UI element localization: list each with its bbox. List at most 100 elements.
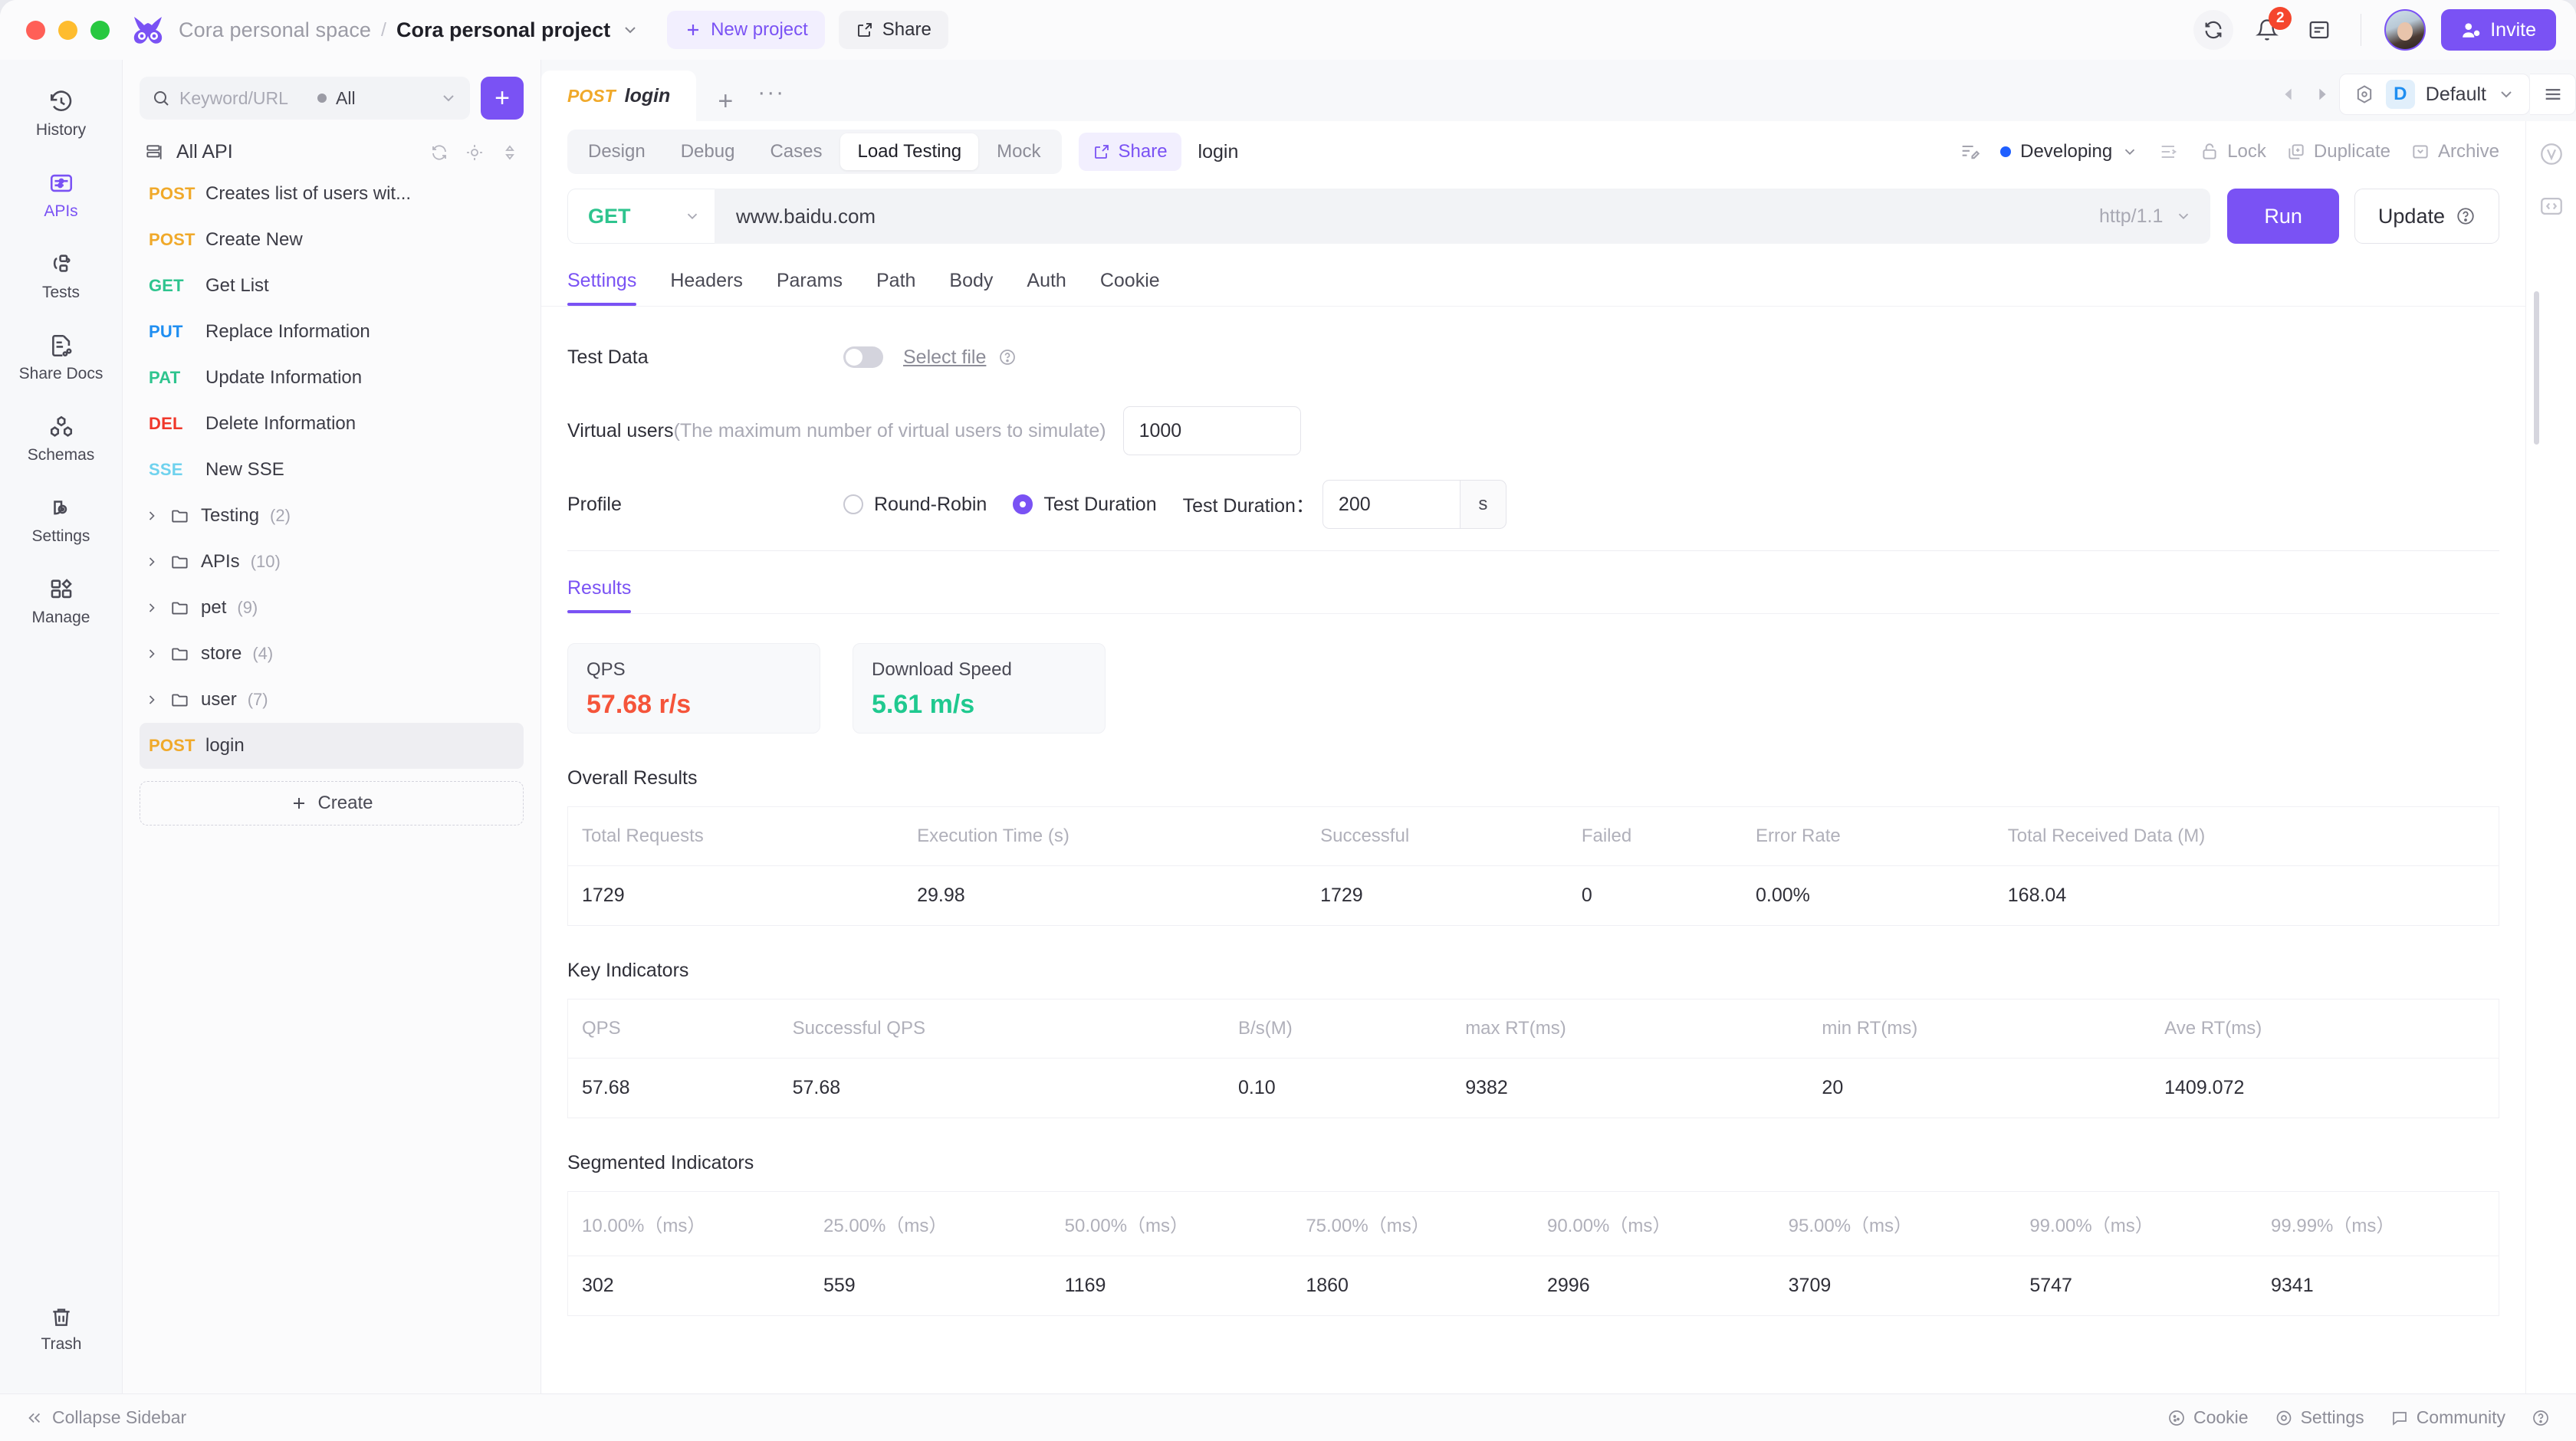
- sidebar-item-share-docs[interactable]: Share Docs: [0, 322, 123, 391]
- cookie-icon: [2169, 1410, 2184, 1426]
- test-data-toggle[interactable]: [843, 346, 883, 368]
- stat-card-download-speed: Download Speed 5.61 m/s: [853, 643, 1106, 734]
- refresh-list-icon[interactable]: [430, 143, 449, 162]
- list-item[interactable]: PAT Update Information: [140, 355, 524, 401]
- invite-button[interactable]: Invite: [2441, 9, 2556, 51]
- list-item-folder[interactable]: APIs (10): [140, 539, 524, 585]
- sidebar-item-manage[interactable]: Manage: [0, 566, 123, 635]
- list-item[interactable]: POST Create New: [140, 217, 524, 263]
- column-header: 75.00%（ms）: [1292, 1191, 1533, 1256]
- subtab-settings[interactable]: Settings: [567, 258, 653, 306]
- environment-selector[interactable]: D Default: [2338, 74, 2530, 115]
- chevron-right-icon[interactable]: [144, 692, 159, 707]
- list-item[interactable]: DEL Delete Information: [140, 401, 524, 447]
- add-api-button[interactable]: +: [481, 77, 524, 120]
- minimize-window-button[interactable]: [58, 20, 77, 40]
- search-input[interactable]: [179, 87, 302, 109]
- sidebar-item-settings[interactable]: Settings: [0, 484, 123, 553]
- nav-forward-button[interactable]: [2305, 77, 2339, 111]
- list-item-selected[interactable]: POST login: [140, 723, 524, 769]
- url-input[interactable]: [715, 189, 2091, 244]
- new-tab-button[interactable]: +: [696, 87, 750, 121]
- project-chevron-down-icon[interactable]: [621, 21, 639, 39]
- tab-load-testing[interactable]: Load Testing: [840, 133, 979, 170]
- list-item[interactable]: SSE New SSE: [140, 447, 524, 493]
- subtab-cookie[interactable]: Cookie: [1083, 258, 1177, 306]
- list-item-folder[interactable]: Testing (2): [140, 493, 524, 539]
- all-api-row[interactable]: All API: [140, 141, 524, 163]
- select-file-link[interactable]: Select file: [903, 346, 986, 369]
- subtab-headers[interactable]: Headers: [653, 258, 760, 306]
- subtab-params[interactable]: Params: [760, 258, 859, 306]
- settings-button[interactable]: Settings: [2275, 1407, 2364, 1428]
- subtab-auth[interactable]: Auth: [1010, 258, 1083, 306]
- share-project-button[interactable]: Share: [838, 11, 948, 49]
- status-dot-icon: [2000, 146, 2012, 157]
- tab-mock[interactable]: Mock: [980, 133, 1057, 170]
- list-item[interactable]: GET Get List: [140, 263, 524, 309]
- filter-label[interactable]: All: [336, 88, 356, 109]
- sort-icon[interactable]: [501, 143, 519, 162]
- list-item[interactable]: POST Creates list of users wit...: [140, 171, 524, 217]
- update-button[interactable]: Update: [2354, 189, 2499, 244]
- refresh-button[interactable]: [2193, 10, 2234, 50]
- community-button[interactable]: Community: [2390, 1407, 2505, 1428]
- indent-icon[interactable]: [2158, 141, 2180, 162]
- tab-design[interactable]: Design: [571, 133, 662, 170]
- list-item-folder[interactable]: store (4): [140, 631, 524, 677]
- filter-chevron-down-icon[interactable]: [439, 89, 458, 107]
- round-robin-radio[interactable]: Round-Robin: [843, 494, 987, 516]
- cookie-button[interactable]: Cookie: [2167, 1407, 2249, 1428]
- list-item-folder[interactable]: user (7): [140, 677, 524, 723]
- http-method-select[interactable]: GET: [567, 189, 715, 244]
- tab-cases[interactable]: Cases: [753, 133, 839, 170]
- virtual-users-input[interactable]: [1122, 406, 1301, 455]
- chevron-right-icon[interactable]: [144, 508, 159, 524]
- sidebar-item-apis[interactable]: APIs: [0, 159, 123, 228]
- list-item[interactable]: PUT Replace Information: [140, 309, 524, 355]
- archive-button[interactable]: Archive: [2410, 141, 2499, 162]
- panel-toggle-button[interactable]: [2301, 11, 2338, 48]
- list-item-folder[interactable]: pet (9): [140, 585, 524, 631]
- nav-back-button[interactable]: [2272, 77, 2305, 111]
- tab-more-button[interactable]: ···: [750, 80, 793, 121]
- settings-scrollbar[interactable]: [2534, 291, 2539, 445]
- subtab-path[interactable]: Path: [859, 258, 932, 306]
- run-button[interactable]: Run: [2227, 189, 2339, 244]
- sidebar-item-history[interactable]: History: [0, 78, 123, 147]
- user-avatar[interactable]: [2384, 9, 2426, 51]
- protocol-select[interactable]: http/1.1: [2091, 189, 2211, 244]
- test-duration-radio[interactable]: Test Duration: [1013, 494, 1157, 516]
- help-button[interactable]: [2532, 1409, 2550, 1427]
- sidebar-item-tests[interactable]: Tests: [0, 241, 123, 310]
- search-box[interactable]: All: [140, 77, 470, 120]
- help-icon[interactable]: [998, 348, 1017, 366]
- tab-results[interactable]: Results: [567, 559, 632, 613]
- test-duration-input[interactable]: [1322, 480, 1460, 529]
- subtab-body[interactable]: Body: [932, 258, 1010, 306]
- breadcrumb-project[interactable]: Cora personal project: [396, 18, 610, 42]
- tab-debug[interactable]: Debug: [664, 133, 752, 170]
- sidebar-item-trash[interactable]: Trash: [0, 1294, 123, 1361]
- close-window-button[interactable]: [26, 20, 45, 40]
- new-project-button[interactable]: New project: [667, 11, 825, 49]
- code-icon[interactable]: [2538, 193, 2564, 219]
- environment-menu-button[interactable]: [2530, 74, 2576, 115]
- edit-lines-icon[interactable]: [1959, 141, 1980, 162]
- share-doc-button[interactable]: Share: [1078, 133, 1181, 171]
- chevron-right-icon[interactable]: [144, 600, 159, 615]
- chevron-right-icon[interactable]: [144, 554, 159, 570]
- breadcrumb-space[interactable]: Cora personal space: [179, 18, 371, 42]
- collapse-sidebar-button[interactable]: Collapse Sidebar: [26, 1407, 186, 1428]
- chevron-right-icon[interactable]: [144, 646, 159, 661]
- version-circle-icon[interactable]: [2538, 141, 2564, 167]
- maximize-window-button[interactable]: [90, 20, 110, 40]
- duplicate-button[interactable]: Duplicate: [2286, 141, 2390, 162]
- lock-button[interactable]: Lock: [2200, 141, 2266, 162]
- document-tab-login[interactable]: POST login: [541, 71, 697, 121]
- create-api-button[interactable]: Create: [140, 781, 524, 826]
- status-badge[interactable]: Developing: [2000, 141, 2138, 162]
- sidebar-item-schemas[interactable]: Schemas: [0, 403, 123, 472]
- notifications-button[interactable]: 2: [2249, 7, 2292, 48]
- locate-icon[interactable]: [465, 143, 484, 162]
